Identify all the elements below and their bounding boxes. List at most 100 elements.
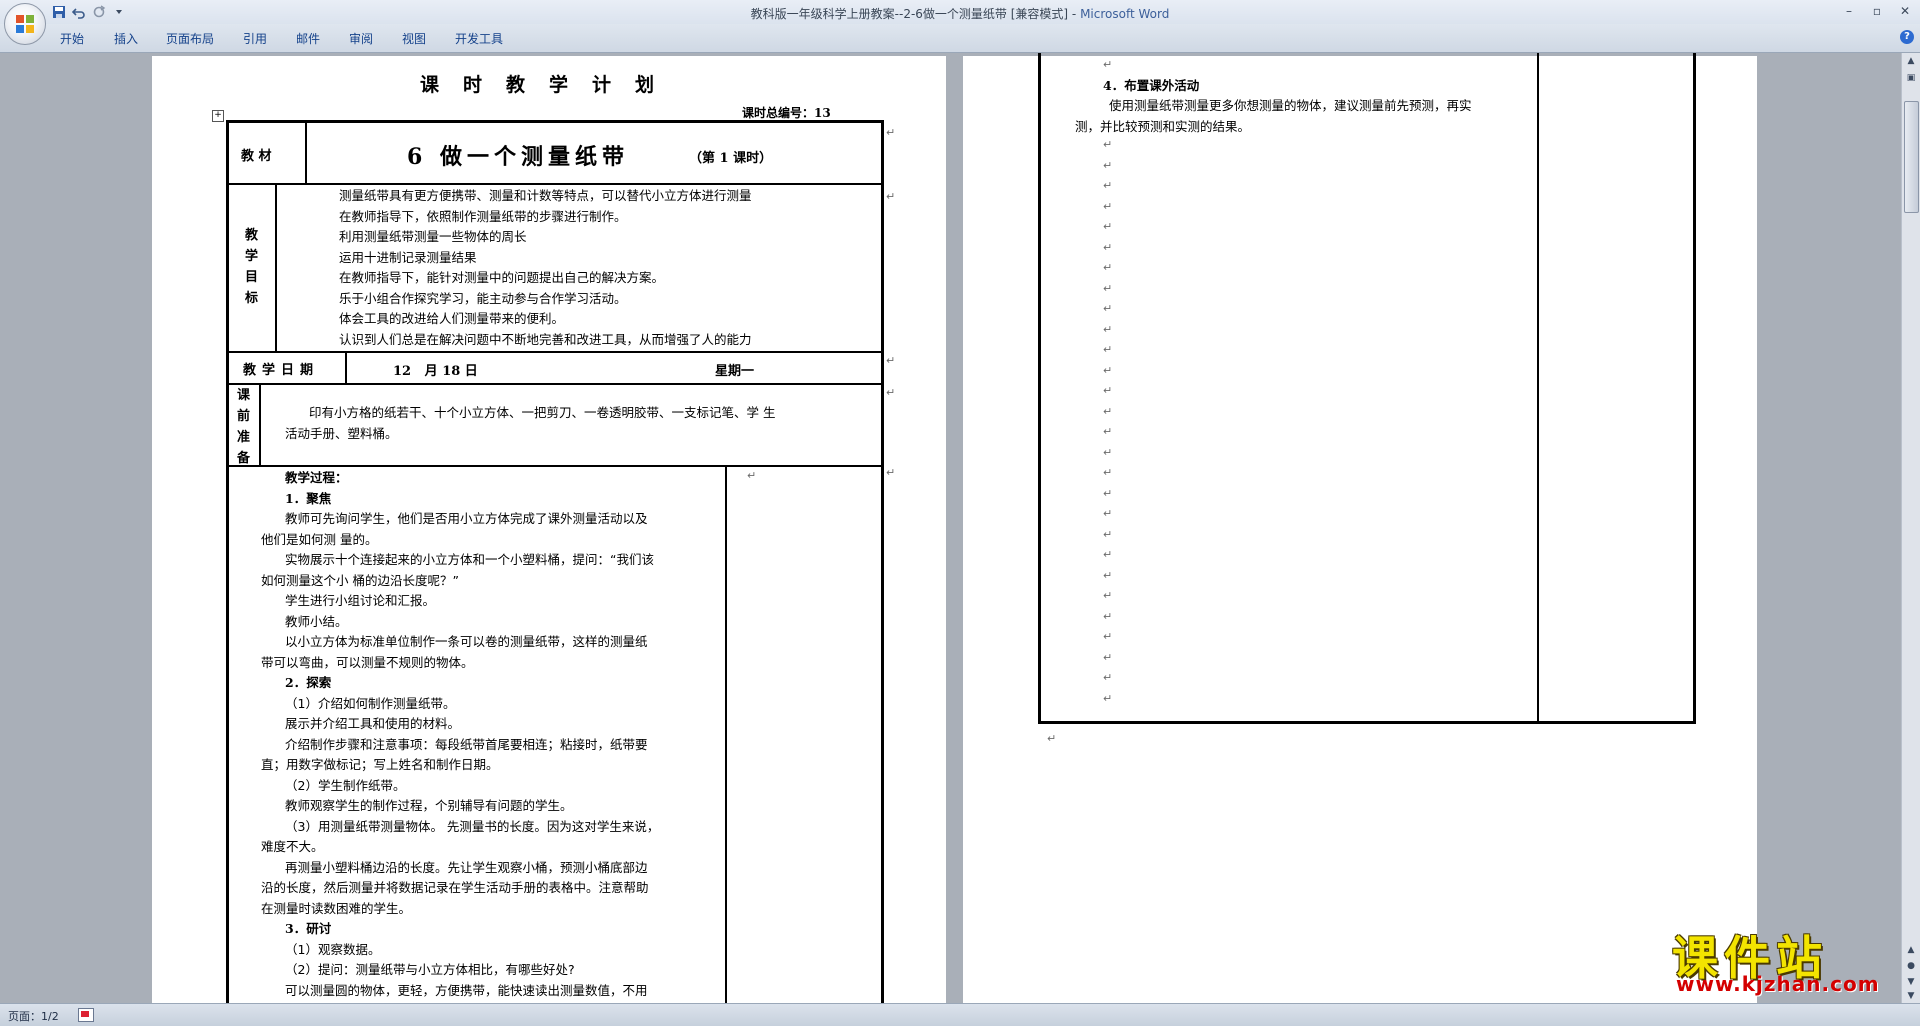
activity-cell: ↵ 4．布置课外活动 使用测量纸带测量更多你想测量的物体，建议测量前先预测，再实…: [1040, 53, 1538, 722]
scroll-up-icon[interactable]: ▲: [1904, 54, 1918, 68]
paragraph-mark: ↵: [1103, 650, 1113, 664]
tab-home[interactable]: 开始: [60, 30, 84, 47]
date-label: 教学日期: [243, 363, 320, 378]
activity-notes-cell: [1538, 53, 1694, 722]
activity-title: 4．布置课外活动: [1103, 78, 1200, 93]
prep-text: 印有小方格的纸若干、十个小立方体、一把剪刀、一卷透明胶带、一支标记笔、学 生 活…: [285, 405, 776, 441]
material-title: 6 做一个测量纸带: [407, 144, 629, 170]
goal-item: 乐于小组合作探究学习，能主动参与合作学习活动。: [339, 290, 627, 306]
tab-developer[interactable]: 开发工具: [455, 30, 503, 47]
paragraph-mark: ↵: [747, 469, 757, 482]
paragraph-mark: ↵: [1103, 158, 1113, 172]
tab-insert[interactable]: 插入: [114, 30, 138, 47]
goals-list: 测量纸带具有更方便携带、测量和计数等特点，可以替代小立方体进行测量 在教师指导下…: [339, 186, 752, 350]
proofing-icon[interactable]: [78, 1008, 94, 1022]
prep-label: 课 前 准 备: [237, 388, 251, 466]
scroll-down-icon[interactable]: ▼: [1904, 989, 1918, 1003]
paragraph-mark: ↵: [1103, 486, 1113, 500]
goal-item: 在教师指导下，依照制作测量纸带的步骤进行制作。: [339, 208, 627, 224]
paragraph-mark: ↵: [1103, 630, 1113, 643]
app-name: Microsoft Word: [1080, 7, 1170, 21]
vertical-scrollbar[interactable]: ▲ ▣ ▲ ● ▼ ▼: [1901, 53, 1920, 1003]
paragraph-mark: ↵: [1103, 240, 1113, 254]
page-indicator[interactable]: 页面：1/2: [8, 1008, 59, 1024]
help-icon[interactable]: ?: [1900, 30, 1914, 44]
goals-cell: 测量纸带具有更方便携带、测量和计数等特点，可以替代小立方体进行测量 在教师指导下…: [276, 184, 882, 352]
close-button[interactable]: ✕: [1896, 3, 1914, 19]
process-line: 教学过程：: [285, 470, 348, 485]
title-bar: 教科版一年级科学上册教案--2-6做一个测量纸带 [兼容模式] - Micros…: [0, 0, 1920, 24]
material-label: 教 材: [241, 149, 272, 164]
maximize-button[interactable]: ▫: [1868, 3, 1886, 19]
document-area[interactable]: 课时教学计划 课时总编号：13 + 教 材 6 做一个测量纸带 （第 1 课时）…: [0, 53, 1902, 1003]
paragraph-mark: ↵: [1103, 343, 1113, 356]
office-button[interactable]: [4, 3, 46, 45]
tab-references[interactable]: 引用: [243, 30, 267, 47]
empty-paragraphs: ↵ ↵ ↵ ↵ ↵ ↵ ↵ ↵ ↵ ↵ ↵ ↵ ↵ ↵ ↵ ↵ ↵ ↵ ↵ ↵ ↵ ↵ ↵ ↵ ↵ ↵ ↵ ↵: [1103, 138, 1112, 712]
continued-table: ↵ 4．布置课外活动 使用测量纸带测量更多你想测量的物体，建议测量前先预测，再实…: [1038, 53, 1696, 724]
next-page-icon[interactable]: ▼: [1904, 975, 1918, 989]
scroll-thumb[interactable]: [1904, 101, 1919, 213]
process-line: 沿的长度，然后测量并将数据记录在学生活动手册的表格中。注意帮助: [261, 880, 649, 895]
paragraph-mark: ↵: [1103, 179, 1113, 192]
prep-cell: 印有小方格的纸若干、十个小立方体、一把剪刀、一卷透明胶带、一支标记笔、学 生 活…: [260, 384, 882, 466]
row-end-mark: ↵: [886, 466, 896, 479]
watermark-url: www.kjzhan.com: [1676, 972, 1880, 996]
table-move-handle[interactable]: +: [212, 110, 224, 122]
process-line: 他们是如何测 量的。: [261, 531, 378, 547]
paragraph-mark: ↵: [1047, 732, 1057, 745]
process-line: 带可以弯曲，可以测量不规则的物体。: [261, 654, 474, 670]
process-line: 教师可先询问学生，他们是否用小立方体完成了课外测量活动以及: [285, 511, 648, 526]
process-line: 学生进行小组讨论和汇报。: [285, 593, 436, 608]
page-2[interactable]: ↵ 4．布置课外活动 使用测量纸带测量更多你想测量的物体，建议测量前先预测，再实…: [963, 53, 1757, 1003]
ruler-toggle-icon[interactable]: ▣: [1904, 71, 1918, 85]
process-line: （1）介绍如何制作测量纸带。: [285, 695, 456, 711]
process-list: 教学过程： 1．聚焦教师可先询问学生，他们是否用小立方体完成了课外测量活动以及他们…: [261, 468, 659, 1001]
material-label-cell: 教 材: [228, 122, 306, 184]
minimize-button[interactable]: –: [1840, 3, 1858, 19]
weekday: 星期一: [715, 364, 755, 379]
date-label-cell: 教学日期: [228, 352, 346, 384]
window-title: 教科版一年级科学上册教案--2-6做一个测量纸带 [兼容模式] - Micros…: [0, 5, 1920, 22]
paragraph-mark: ↵: [1103, 466, 1113, 479]
document-name: 教科版一年级科学上册教案--2-6做一个测量纸带 [兼容模式] -: [750, 7, 1081, 21]
row-end-mark: ↵: [886, 126, 896, 139]
process-line: 2．探索: [285, 675, 332, 690]
paragraph-mark: ↵: [1103, 384, 1113, 397]
paragraph-mark: ↵: [1103, 691, 1113, 705]
tab-review[interactable]: 审阅: [349, 30, 373, 47]
select-browse-icon[interactable]: ●: [1904, 959, 1918, 973]
process-line: 难度不大。: [261, 839, 324, 854]
activity-text: 使用测量纸带测量更多你想测量的物体，建议测量前先预测，再实 测，并比较预测和实测…: [1075, 98, 1472, 134]
paragraph-mark: ↵: [1103, 404, 1113, 418]
process-line: 直；用数字做标记；写上姓名和制作日期。: [261, 757, 499, 772]
tab-view[interactable]: 视图: [402, 30, 426, 47]
paragraph-mark: ↵: [1103, 322, 1113, 336]
prev-page-icon[interactable]: ▲: [1904, 943, 1918, 957]
process-notes-cell: ↵: [726, 466, 882, 1003]
row-end-mark: ↵: [886, 190, 896, 203]
material-note: （第 1 课时）: [689, 151, 773, 166]
paragraph-mark: ↵: [1103, 199, 1113, 213]
goal-item: 体会工具的改进给人们测量带来的便利。: [339, 311, 565, 326]
process-line: （2）学生制作纸带。: [285, 777, 406, 793]
process-line: 如何测量这个小 桶的边沿长度呢？”: [261, 572, 459, 588]
paragraph-mark: ↵: [1103, 507, 1113, 520]
paragraph-mark: ↵: [1103, 425, 1113, 438]
page-title: 课时教学计划: [419, 74, 678, 96]
lesson-number: 课时总编号：13: [742, 104, 831, 121]
goal-item: 认识到人们总是在解决问题中不断地完善和改进工具，从而增强了人的能力: [339, 331, 752, 347]
lesson-number-label: 课时总编号：: [742, 106, 815, 120]
process-line: 1．聚焦: [285, 490, 332, 506]
process-line: 教师小结。: [285, 613, 348, 629]
status-bar: 页面：1/2: [0, 1003, 1920, 1026]
lesson-plan-table: 教 材 6 做一个测量纸带 （第 1 课时） 教 学 目 标 测量纸带具有更方便…: [226, 120, 884, 1003]
goal-item: 测量纸带具有更方便携带、测量和计数等特点，可以替代小立方体进行测量: [339, 188, 752, 203]
process-line: （1）观察数据。: [285, 941, 381, 957]
paragraph-mark: ↵: [1103, 548, 1113, 561]
tab-mailings[interactable]: 邮件: [296, 30, 320, 47]
tab-page-layout[interactable]: 页面布局: [166, 30, 214, 47]
page-1[interactable]: 课时教学计划 课时总编号：13 + 教 材 6 做一个测量纸带 （第 1 课时）…: [152, 56, 946, 1003]
process-line: 再测量小塑料桶边沿的长度。先让学生观察小桶，预测小桶底部边: [285, 859, 648, 875]
process-line: 展示并介绍工具和使用的材料。: [285, 716, 461, 731]
